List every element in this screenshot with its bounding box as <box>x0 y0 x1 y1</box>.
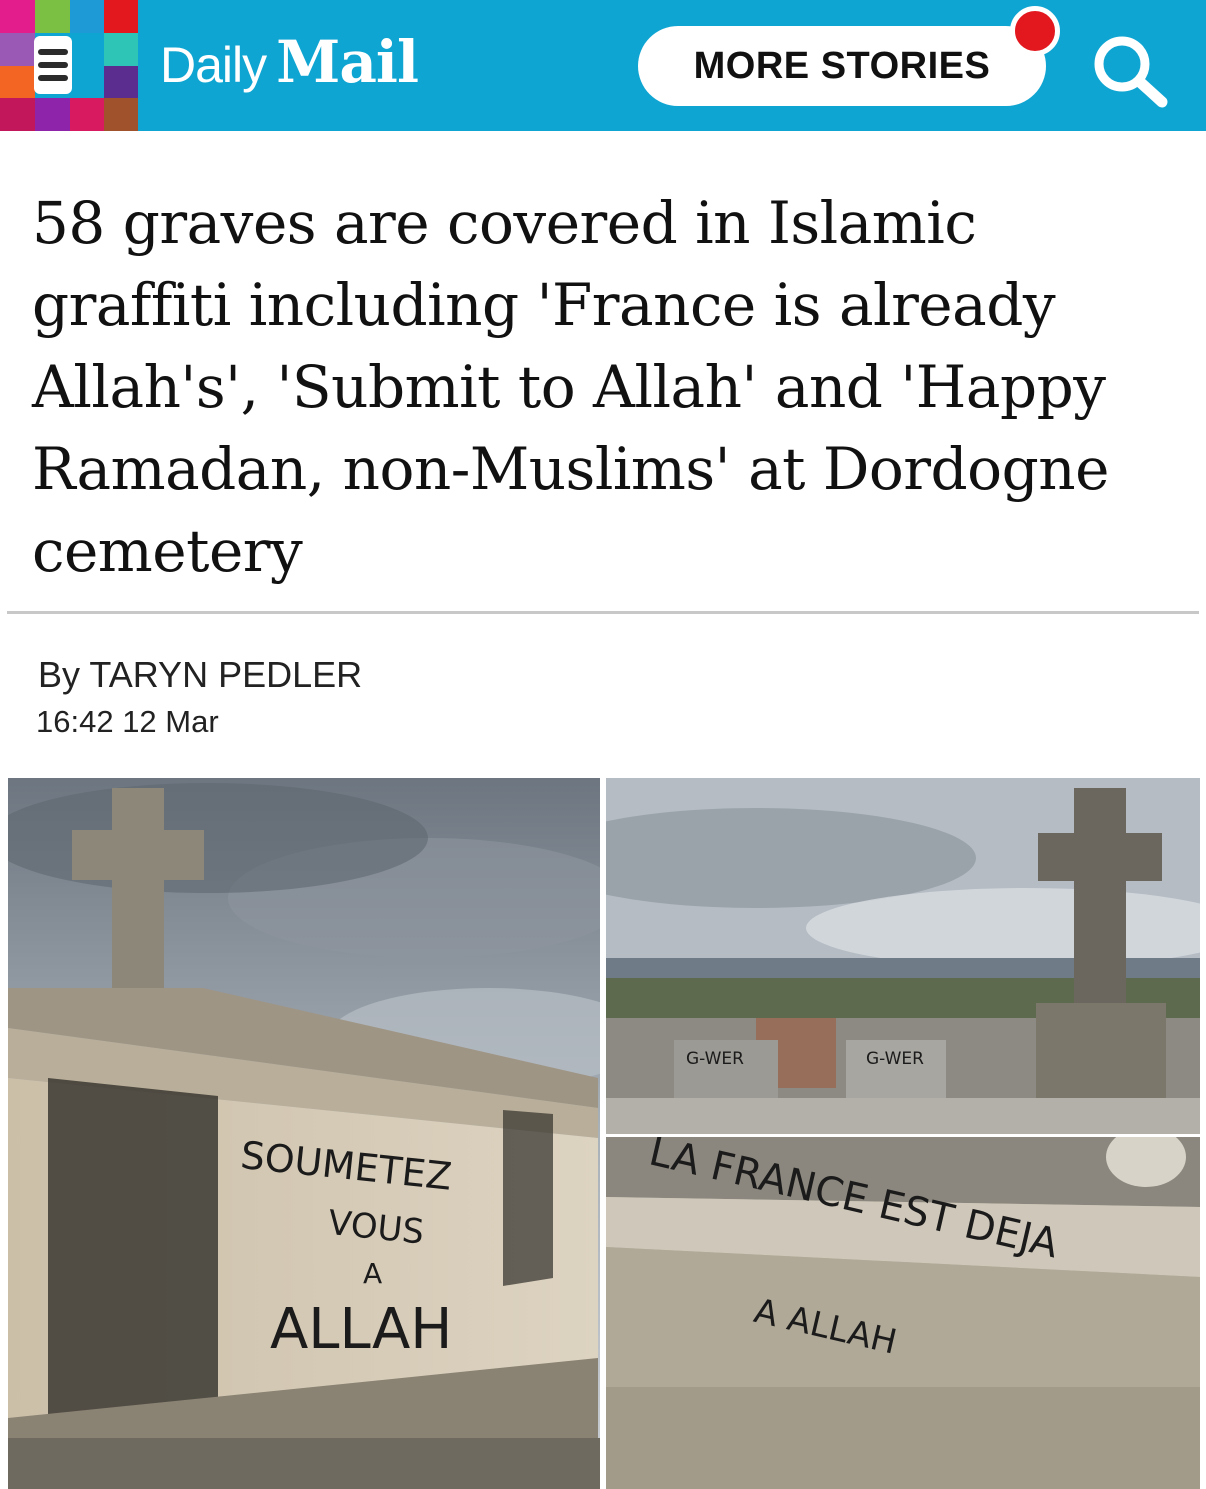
photo-cemetery-crosses[interactable]: G-WER G-WER <box>606 778 1200 1134</box>
author-link[interactable]: TARYN PEDLER <box>89 654 362 695</box>
site-header: Daily Mail MORE STORIES <box>0 0 1206 131</box>
graffiti-tag-2: G-WER <box>866 1049 924 1069</box>
logo-mail-text: Mail <box>276 28 419 96</box>
more-stories-button[interactable]: MORE STORIES <box>638 26 1046 106</box>
graffiti-a: A <box>363 1257 382 1290</box>
hamburger-menu-icon[interactable] <box>34 36 72 94</box>
search-icon <box>1094 36 1168 108</box>
divider <box>7 611 1199 614</box>
menu-button[interactable] <box>0 0 138 131</box>
timestamp: 16:42 12 Mar <box>36 704 219 739</box>
site-logo[interactable]: Daily Mail <box>160 28 419 98</box>
graffiti-tag-1: G-WER <box>686 1049 744 1069</box>
logo-daily-text: Daily <box>160 37 267 93</box>
photo-la-france[interactable]: LA FRANCE EST DEJA A ALLAH <box>606 1137 1200 1489</box>
byline: By TARYN PEDLER <box>38 654 362 696</box>
article-headline: 58 graves are covered in Islamic graffit… <box>32 189 1109 585</box>
photo-grave-soumetez[interactable]: SOUMETEZ VOUS A ALLAH <box>8 778 600 1489</box>
search-button[interactable] <box>1088 32 1172 108</box>
notification-dot <box>1010 6 1060 56</box>
byline-prefix: By <box>38 654 81 695</box>
graffiti-allah: ALLAH <box>270 1297 452 1362</box>
